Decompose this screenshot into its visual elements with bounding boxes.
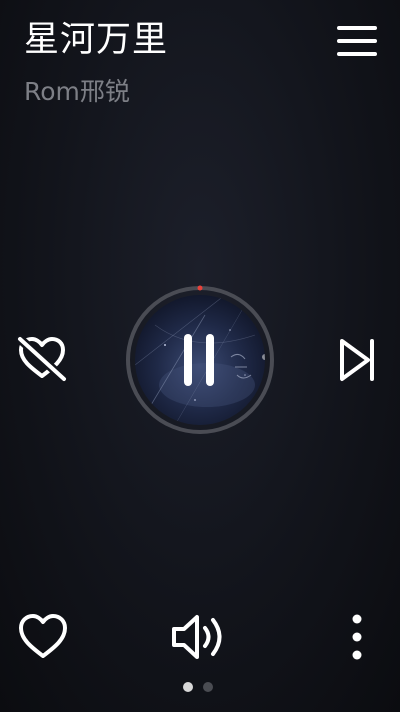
volume-button[interactable] <box>170 612 230 662</box>
album-disc[interactable] <box>124 284 276 436</box>
dislike-button[interactable] <box>14 334 70 384</box>
song-title: 星河万里 <box>24 20 169 60</box>
heart-off-icon <box>15 334 69 384</box>
pause-icon <box>184 334 214 386</box>
more-button[interactable] <box>344 612 370 662</box>
music-player-screen: 星河万里 Rom邢锐 <box>0 0 400 712</box>
menu-button[interactable] <box>333 20 381 62</box>
heart-icon <box>19 614 67 658</box>
next-button[interactable] <box>334 334 384 386</box>
more-vertical-icon <box>352 614 362 660</box>
skip-next-icon <box>340 339 374 381</box>
page-dot-active[interactable] <box>183 682 193 692</box>
song-artist: Rom邢锐 <box>24 77 130 106</box>
menu-icon <box>337 26 377 56</box>
like-button[interactable] <box>16 612 70 662</box>
page-indicator <box>183 682 219 694</box>
volume-icon <box>172 615 222 659</box>
pause-button[interactable] <box>176 330 224 390</box>
page-dot[interactable] <box>203 682 213 692</box>
